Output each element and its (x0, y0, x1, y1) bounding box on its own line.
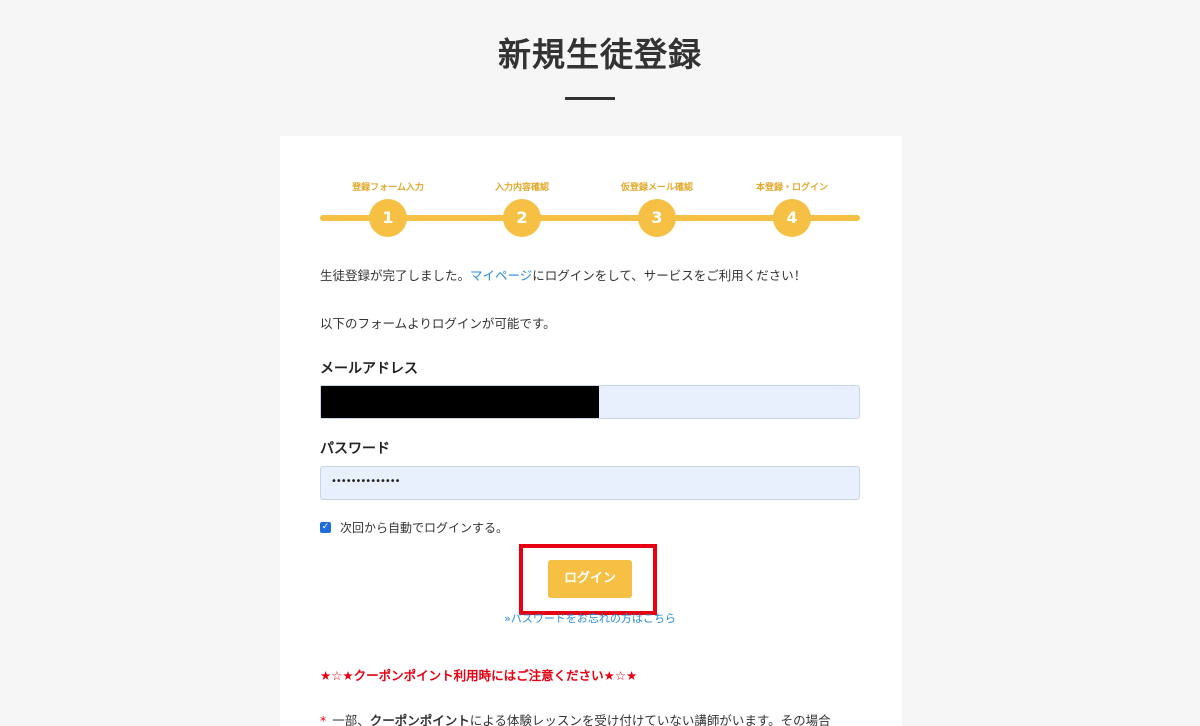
remember-checkbox[interactable]: ✓ (320, 522, 331, 533)
email-label: メールアドレス (320, 361, 418, 377)
password-field[interactable]: •••••••••••••• (320, 466, 860, 500)
password-label: パスワード (320, 441, 390, 457)
registration-card: 登録フォーム入力 1 入力内容確認 2 仮登録メール確認 3 本登録・ログイン … (280, 136, 902, 726)
step-1: 登録フォーム入力 1 (318, 180, 458, 237)
step-label: 入力内容確認 (494, 183, 549, 193)
step-label: 仮登録メール確認 (620, 183, 693, 193)
forgot-password-link[interactable]: »パスワードをお忘れの方はこちら (280, 610, 900, 626)
email-field[interactable] (320, 385, 860, 419)
step-4: 本登録・ログイン 4 (722, 180, 862, 237)
notice-text-end: による体験レッスンを受け付けていない講師がいます。その場合 (469, 713, 831, 726)
notice-text-bold: クーポンポイント (369, 713, 470, 726)
password-value: •••••••••••••• (331, 476, 401, 487)
remember-label: 次回から自動でログインする。 (340, 521, 509, 535)
login-button[interactable]: ログイン (548, 560, 632, 598)
step-number: 3 (638, 199, 676, 237)
asterisk-mark: * (320, 713, 327, 726)
completion-text-rest: にログインをして、サービスをご利用ください！ (532, 268, 807, 283)
remember-me[interactable]: ✓ 次回から自動でログインする。 (320, 519, 508, 536)
step-number: 4 (773, 199, 811, 237)
redacted-email (321, 386, 599, 418)
step-2: 入力内容確認 2 (452, 180, 592, 237)
page-title: 新規生徒登録 (498, 35, 702, 74)
step-3: 仮登録メール確認 3 (587, 180, 727, 237)
coupon-notice-heading: ★☆★クーポンポイント利用時にはご注意ください★☆★ (320, 668, 638, 683)
completion-message: 生徒登録が完了しました。マイページにログインをして、サービスをご利用ください！ (320, 265, 806, 284)
progress-steps: 登録フォーム入力 1 入力内容確認 2 仮登録メール確認 3 本登録・ログイン … (320, 180, 860, 240)
coupon-notice-text: * 一部、クーポンポイントによる体験レッスンを受け付けていない講師がいます。その場… (320, 710, 831, 726)
login-instruction: 以下のフォームよりログインが可能です。 (320, 316, 556, 331)
step-number: 1 (369, 199, 407, 237)
step-label: 登録フォーム入力 (352, 183, 424, 193)
mypage-link[interactable]: マイページ (470, 268, 532, 283)
title-divider (565, 97, 615, 100)
step-number: 2 (503, 199, 541, 237)
step-label: 本登録・ログイン (755, 183, 828, 193)
notice-text-start: 一部、 (332, 713, 370, 726)
completion-text: 生徒登録が完了しました。 (320, 268, 471, 283)
